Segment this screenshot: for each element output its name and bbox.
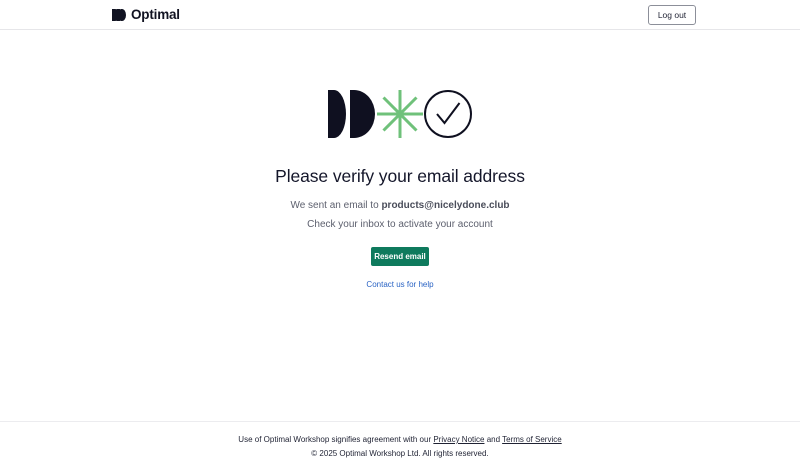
agreement-text: Use of Optimal Workshop signifies agreem… [0,435,800,444]
agreement-prefix: Use of Optimal Workshop signifies agreem… [238,435,434,444]
hero-illustration [328,90,472,138]
copyright-text: © 2025 Optimal Workshop Ltd. All rights … [311,449,489,458]
sent-prefix: We sent an email to [290,200,382,211]
check-inbox-message: Check your inbox to activate your accoun… [307,219,493,230]
email-address: products@nicelydone.club [381,200,510,211]
optimal-logo-icon [112,8,126,21]
page-title: Please verify your email address [275,166,525,186]
email-sent-message: We sent an email to products@nicelydone.… [0,200,800,211]
privacy-notice-link[interactable]: Privacy Notice [433,435,484,444]
double-d-shape-icon [328,90,375,138]
asterisk-icon [377,90,423,138]
resend-email-button[interactable]: Resend email [371,247,429,266]
and-text: and [484,435,503,444]
brand-name: Optimal [131,7,180,22]
main-content: Please verify your email address We sent… [0,31,800,421]
verify-email-page: Optimal Log out Please verify your email… [0,0,800,470]
check-circle-icon [424,90,472,138]
top-header: Optimal Log out [0,0,800,30]
brand-logo[interactable]: Optimal [112,7,180,22]
terms-of-service-link[interactable]: Terms of Service [502,435,562,444]
contact-help-link[interactable]: Contact us for help [0,280,800,289]
logout-button[interactable]: Log out [648,5,696,25]
page-footer: Use of Optimal Workshop signifies agreem… [0,421,800,470]
